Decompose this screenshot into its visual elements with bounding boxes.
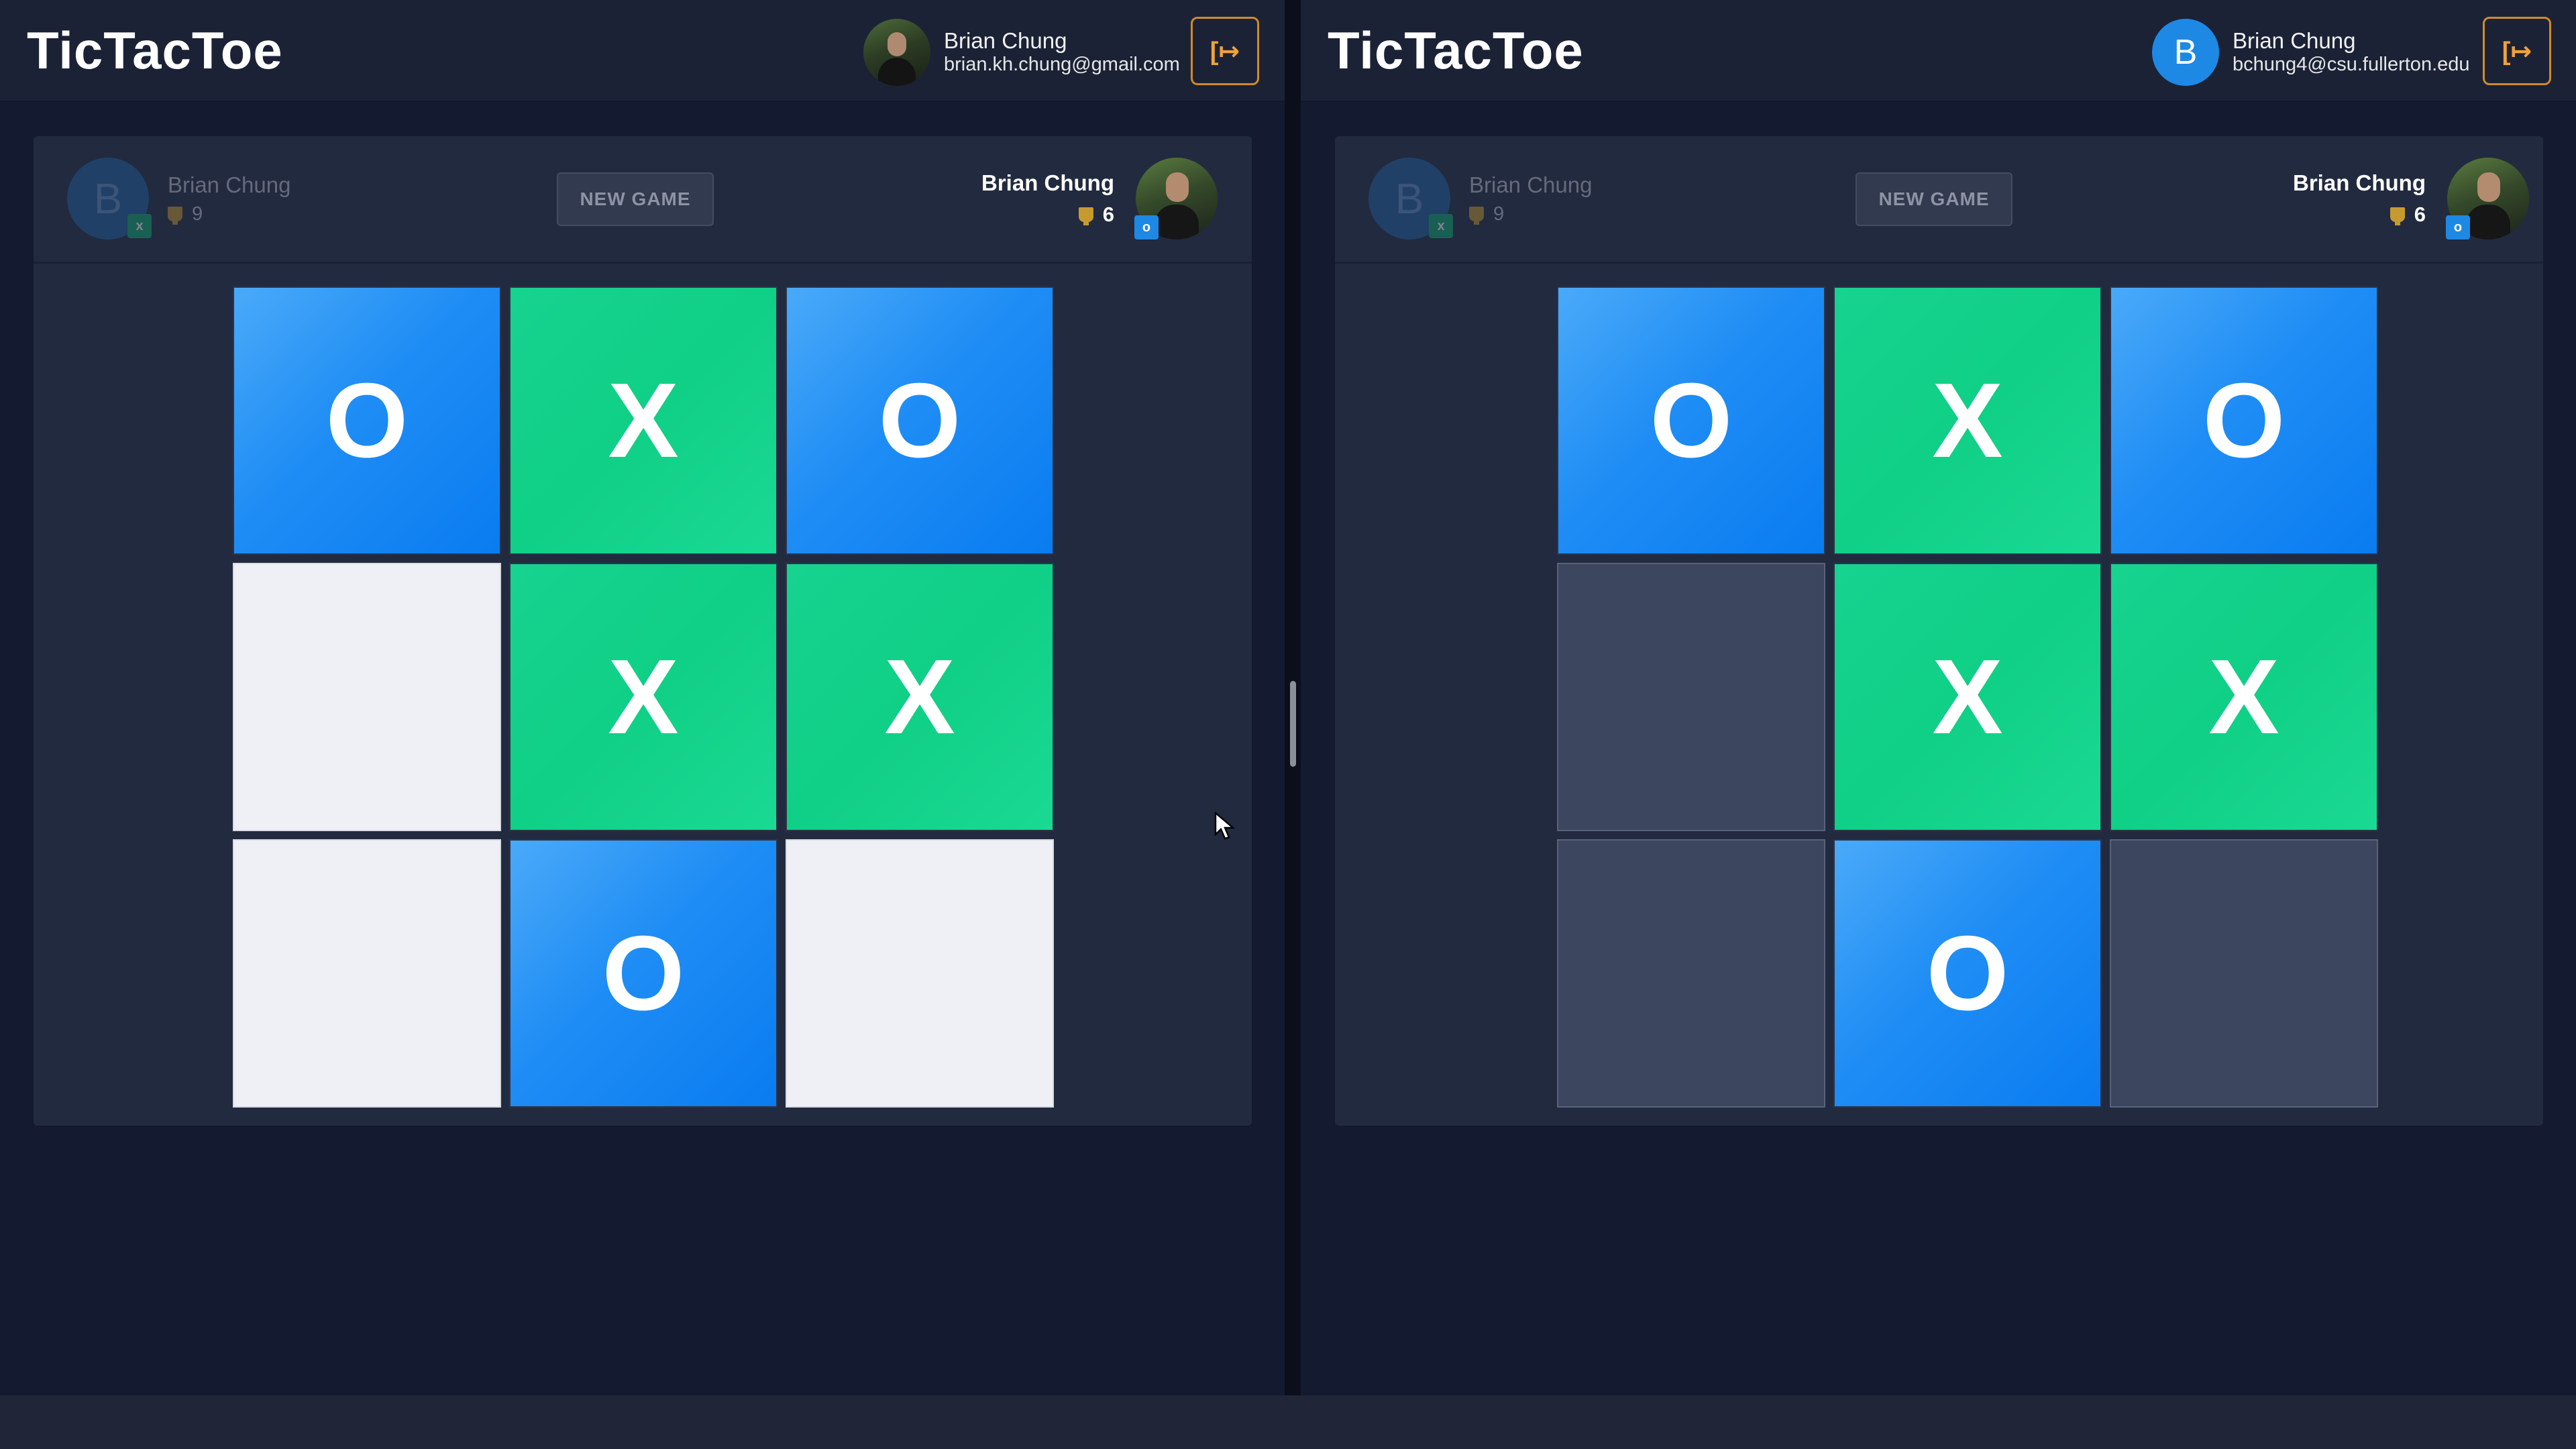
board-cell-4[interactable]: X <box>1833 563 2102 831</box>
current-player-avatar: o <box>2445 158 2529 239</box>
logout-icon: [↦ <box>1210 37 1240 66</box>
board-cell-8[interactable] <box>2110 839 2378 1108</box>
opponent-name: Brian Chung <box>168 172 291 197</box>
game-card-header: B x Brian Chung 9 NEW GAME Brian Chung 6 <box>34 136 1252 264</box>
trophy-icon <box>168 207 182 225</box>
app-title: TicTacToe <box>27 21 283 80</box>
board-cell-0[interactable]: O <box>233 286 501 555</box>
logout-button[interactable]: [↦ <box>2483 17 2551 85</box>
user-name: Brian Chung <box>944 28 1067 54</box>
game-card-header: B x Brian Chung 9 NEW GAME Brian Chung 6 <box>1335 136 2543 264</box>
opponent-name: Brian Chung <box>1469 172 1593 197</box>
current-player-mark-badge: o <box>2445 215 2470 239</box>
new-game-button[interactable]: NEW GAME <box>557 172 714 226</box>
game-card: B x Brian Chung 9 NEW GAME Brian Chung 6 <box>34 136 1252 1126</box>
opponent-avatar: B x <box>67 158 152 239</box>
opponent-avatar: B x <box>1368 158 1453 239</box>
opponent-score: 9 <box>192 203 203 225</box>
opponent-avatar-letter: B <box>1395 174 1424 223</box>
opponent-mark-badge: x <box>1429 214 1453 238</box>
board-cell-7[interactable]: O <box>1833 839 2102 1108</box>
right-window: TicTacToe B Brian Chung bchung4@csu.full… <box>1301 0 2576 1449</box>
current-player-name: Brian Chung <box>981 170 1114 195</box>
board-cell-6[interactable] <box>1557 839 1825 1108</box>
user-block: B Brian Chung bchung4@csu.fullerton.edu <box>2152 19 2470 86</box>
divider-handle[interactable] <box>1290 681 1296 767</box>
board-cell-3[interactable] <box>1557 563 1825 831</box>
new-game-button[interactable]: NEW GAME <box>1856 172 2012 226</box>
opponent-score: 9 <box>1493 203 1505 225</box>
opponent-player: B x Brian Chung 9 <box>67 158 290 239</box>
trophy-icon <box>1469 207 1484 225</box>
user-email: brian.kh.chung@gmail.com <box>944 54 1180 76</box>
board-cell-2[interactable]: O <box>786 286 1054 555</box>
logout-button[interactable]: [↦ <box>1191 17 1259 85</box>
board-cell-3[interactable] <box>233 563 501 831</box>
board-cell-5[interactable]: X <box>786 563 1054 831</box>
user-name: Brian Chung <box>2233 28 2356 54</box>
trophy-icon <box>1078 207 1093 225</box>
header: TicTacToe B Brian Chung bchung4@csu.full… <box>1301 0 2576 102</box>
current-player: Brian Chung 6 o <box>2293 158 2529 239</box>
opponent-player: B x Brian Chung 9 <box>1368 158 1592 239</box>
app-title: TicTacToe <box>1328 21 1584 80</box>
board-cell-4[interactable]: X <box>509 563 777 831</box>
board-cell-8[interactable] <box>786 839 1054 1108</box>
game-board: OXOXXO <box>233 286 1054 1108</box>
board-cell-2[interactable]: O <box>2110 286 2378 555</box>
current-player-name: Brian Chung <box>2293 170 2426 195</box>
user-block: Brian Chung brian.kh.chung@gmail.com <box>863 19 1180 86</box>
current-player: Brian Chung 6 o <box>981 158 1218 239</box>
bottom-bar <box>0 1395 2576 1449</box>
board-cell-0[interactable]: O <box>1557 286 1825 555</box>
trophy-icon <box>2390 207 2405 225</box>
board-cell-6[interactable] <box>233 839 501 1108</box>
game-board: OXOXXO <box>1557 286 2378 1108</box>
board-cell-1[interactable]: X <box>1833 286 2102 555</box>
current-player-score: 6 <box>2414 203 2426 226</box>
opponent-avatar-letter: B <box>93 174 123 223</box>
user-avatar: B <box>2152 19 2219 86</box>
user-email: bchung4@csu.fullerton.edu <box>2233 54 2470 76</box>
game-card: B x Brian Chung 9 NEW GAME Brian Chung 6 <box>1335 136 2543 1126</box>
header: TicTacToe Brian Chung brian.kh.chung@gma… <box>0 0 1285 102</box>
opponent-mark-badge: x <box>127 214 152 238</box>
user-avatar <box>863 19 930 86</box>
current-player-score: 6 <box>1102 203 1114 226</box>
board-cell-5[interactable]: X <box>2110 563 2378 831</box>
current-player-avatar: o <box>1134 158 1218 239</box>
mouse-cursor-icon <box>1214 812 1236 840</box>
board-cell-1[interactable]: X <box>509 286 777 555</box>
left-window: TicTacToe Brian Chung brian.kh.chung@gma… <box>0 0 1285 1449</box>
screen: TicTacToe Brian Chung brian.kh.chung@gma… <box>0 0 2576 1449</box>
current-player-mark-badge: o <box>1134 215 1159 239</box>
logout-icon: [↦ <box>2502 37 2532 66</box>
board-cell-7[interactable]: O <box>509 839 777 1108</box>
